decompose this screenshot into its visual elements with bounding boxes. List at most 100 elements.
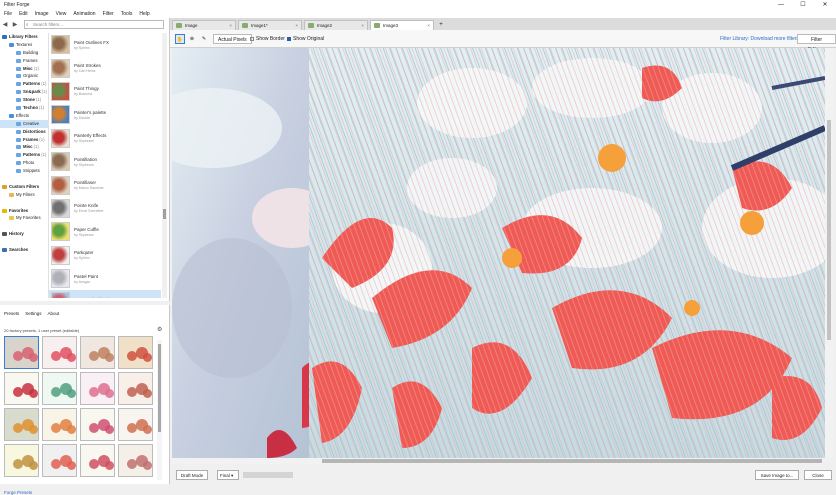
- gear-icon[interactable]: ⚙: [157, 326, 162, 333]
- tree-node[interactable]: Stone (1): [0, 96, 48, 104]
- tree-node[interactable]: Misc (1): [0, 143, 48, 151]
- filter-list-item[interactable]: Paint Strokes by Carl Heinz: [49, 56, 161, 79]
- preset-thumbnail[interactable]: [4, 336, 39, 369]
- menu-help[interactable]: Help: [139, 11, 149, 17]
- maximize-icon[interactable]: ☐: [792, 0, 814, 10]
- preset-thumbnail[interactable]: [80, 372, 115, 405]
- tree-node[interactable]: Building: [0, 49, 48, 57]
- tree-node[interactable]: Textures: [0, 41, 48, 49]
- draft-mode-button[interactable]: Draft Mode: [176, 470, 208, 480]
- preset-thumbnail[interactable]: [118, 372, 153, 405]
- tree-node[interactable]: Frames: [0, 57, 48, 65]
- preset-thumbnail[interactable]: [4, 372, 39, 405]
- show-border-checkbox[interactable]: Show Border: [250, 34, 285, 44]
- forge-presets-link[interactable]: Forge Presets: [4, 490, 32, 495]
- tree-node[interactable]: Patterns (1): [0, 80, 48, 88]
- filter-list-item[interactable]: Patterned Ditheringby Skybeam: [49, 290, 161, 298]
- tree-node[interactable]: Photo: [0, 159, 48, 167]
- panel-splitter[interactable]: [0, 301, 170, 305]
- back-icon[interactable]: ◀: [0, 21, 10, 30]
- menu-image[interactable]: Image: [35, 11, 49, 17]
- document-tab[interactable]: Image3 ×: [370, 20, 434, 30]
- preset-thumbnail[interactable]: [42, 444, 77, 477]
- canvas-vertical-scrollbar[interactable]: [825, 48, 833, 458]
- preset-thumbnail[interactable]: [80, 444, 115, 477]
- tab-close-icon[interactable]: ×: [361, 23, 364, 28]
- preset-thumbnail[interactable]: [42, 372, 77, 405]
- document-tab[interactable]: Image1* ×: [238, 20, 302, 30]
- tree-node[interactable]: Distortions: [0, 128, 48, 136]
- scrollbar-thumb[interactable]: [827, 120, 831, 340]
- tree-node[interactable]: Library Filters: [0, 33, 48, 41]
- menu-filter[interactable]: Filter: [103, 11, 114, 17]
- tree-node[interactable]: History: [0, 230, 48, 238]
- actual-pixels-button[interactable]: Actual Pixels: [213, 34, 252, 44]
- tree-node[interactable]: Effects: [0, 112, 48, 120]
- tree-node[interactable]: My Filters: [0, 191, 48, 199]
- menu-animation[interactable]: Animation: [73, 11, 95, 17]
- preset-thumbnail[interactable]: [118, 444, 153, 477]
- filter-list-item[interactable]: Pointe Knife by Ernst Schreiber: [49, 197, 161, 220]
- tab-close-icon[interactable]: ×: [295, 23, 298, 28]
- filter-list-item[interactable]: Paper Cuffle by Skybeam: [49, 220, 161, 243]
- show-original-checkbox[interactable]: Show Original: [287, 34, 324, 44]
- minimize-icon[interactable]: —: [770, 0, 792, 10]
- search-input[interactable]: ⌕ Search filters...: [24, 20, 164, 29]
- preset-thumbnail[interactable]: [80, 336, 115, 369]
- close-icon[interactable]: ✕: [814, 0, 836, 10]
- quality-select[interactable]: Final ▾: [217, 470, 239, 480]
- tree-node[interactable]: Sn&park (1): [0, 88, 48, 96]
- tree-node[interactable]: Frames (1): [0, 136, 48, 144]
- menu-edit[interactable]: Edit: [19, 11, 28, 17]
- preset-scrollbar[interactable]: [157, 340, 162, 480]
- tab-settings[interactable]: Settings: [25, 311, 41, 316]
- tab-close-icon[interactable]: ×: [229, 23, 232, 28]
- tab-presets[interactable]: Presets: [4, 311, 19, 316]
- preset-thumbnail[interactable]: [80, 408, 115, 441]
- filter-list-item[interactable]: Paint Outlines FX by Sphinx: [49, 33, 161, 56]
- preset-thumbnail[interactable]: [4, 408, 39, 441]
- add-tab-icon[interactable]: +: [436, 20, 446, 30]
- zoom-tool-icon[interactable]: ⊕: [187, 34, 197, 44]
- canvas-horizontal-scrollbar[interactable]: [172, 458, 825, 464]
- forward-icon[interactable]: ▶: [10, 21, 20, 30]
- tree-node[interactable]: Organic: [0, 72, 48, 80]
- tree-node[interactable]: Favorites: [0, 207, 48, 215]
- tree-node[interactable]: Creative: [0, 119, 48, 128]
- filter-list-item[interactable]: Pointillaser by Marco Sassiner: [49, 173, 161, 196]
- filter-list-item[interactable]: Parkquter by Sphinx: [49, 244, 161, 267]
- menu-tools[interactable]: Tools: [121, 11, 133, 17]
- menu-view[interactable]: View: [56, 11, 67, 17]
- save-image-button[interactable]: Save Image to...: [755, 470, 799, 480]
- menu-file[interactable]: File: [4, 11, 12, 17]
- preset-thumbnail[interactable]: [42, 336, 77, 369]
- filter-library-link[interactable]: Filter Library: Download more filters: [720, 34, 799, 44]
- filter-list-item[interactable]: Painter's palette by Davide: [49, 103, 161, 126]
- filter-list-item[interactable]: Painterly Effects by Skybeam: [49, 127, 161, 150]
- tree-node[interactable]: Custom Filters: [0, 183, 48, 191]
- hand-tool-icon[interactable]: ✋: [175, 34, 185, 44]
- tree-node[interactable]: Searches: [0, 246, 48, 254]
- preset-thumbnail[interactable]: [4, 444, 39, 477]
- scrollbar-thumb[interactable]: [158, 344, 161, 432]
- document-tab[interactable]: Image2 ×: [304, 20, 368, 30]
- image-preview-canvas[interactable]: [172, 48, 825, 458]
- tab-about[interactable]: About: [48, 311, 60, 316]
- tree-node[interactable]: My Favorites: [0, 214, 48, 222]
- scrollbar-thumb[interactable]: [163, 209, 166, 219]
- tree-node[interactable]: Snippets: [0, 167, 48, 175]
- filter-list-item[interactable]: Pointillation by Skybeam: [49, 150, 161, 173]
- tree-node[interactable]: Patterns (1): [0, 151, 48, 159]
- filter-list-item[interactable]: Pastel Paint by Ansgar: [49, 267, 161, 290]
- filter-editor-button[interactable]: Filter Editor...: [797, 34, 836, 53]
- filter-list-scrollbar[interactable]: [162, 33, 167, 298]
- preset-thumbnail[interactable]: [118, 336, 153, 369]
- close-button[interactable]: Close: [804, 470, 832, 480]
- filter-list-item[interactable]: Paint Thingy by Brancha: [49, 80, 161, 103]
- scrollbar-thumb[interactable]: [322, 459, 822, 463]
- document-tab[interactable]: Image ×: [172, 20, 236, 30]
- eyedropper-icon[interactable]: ✎: [199, 34, 209, 44]
- preset-thumbnail[interactable]: [118, 408, 153, 441]
- tab-close-icon[interactable]: ×: [427, 23, 430, 28]
- tree-node[interactable]: Misc (1): [0, 65, 48, 73]
